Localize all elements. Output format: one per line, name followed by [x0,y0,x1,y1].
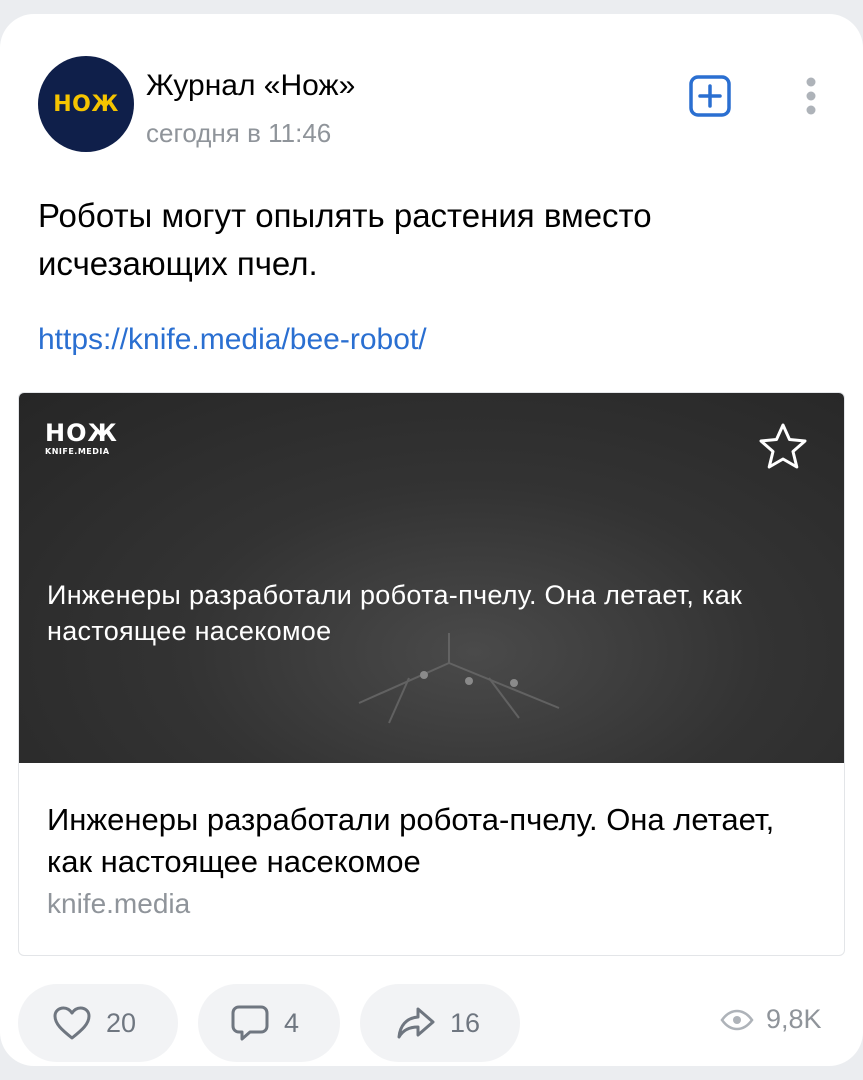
views-counter: 9,8K [720,1004,822,1035]
comment-count: 4 [284,1007,300,1038]
share-count: 16 [450,1007,481,1038]
heart-icon [53,1006,91,1040]
link-snippet[interactable]: НОЖ KNIFE.MEDIA Инженеры разработали роб… [18,392,845,956]
subscribe-button[interactable] [688,74,732,118]
post-text: Роботы могут опылять растения вместо исч… [38,197,652,282]
comment-button[interactable]: 4 [198,984,340,1062]
image-title: Инженеры разработали робота-пчелу. Она л… [47,580,743,646]
more-vertical-icon [806,77,816,115]
like-count: 20 [106,1007,137,1038]
share-arrow-icon [397,1007,435,1039]
more-options-button[interactable] [800,74,822,118]
favorite-button[interactable] [757,421,809,473]
like-button[interactable]: 20 [18,984,178,1062]
plus-square-icon [689,75,731,117]
post-link[interactable]: https://knife.media/bee-robot/ [38,320,427,360]
snippet-domain: knife.media [47,888,191,919]
eye-icon [720,1009,754,1030]
snippet-title[interactable]: Инженеры разработали робота-пчелу. Она л… [47,799,827,883]
author-avatar[interactable]: НОЖ [38,56,134,152]
image-logo-sub: KNIFE.MEDIA [45,447,110,456]
star-icon [759,423,807,469]
snippet-image[interactable]: НОЖ KNIFE.MEDIA Инженеры разработали роб… [19,393,844,763]
post-card: НОЖ Журнал «Нож» сегодня в 11:46 Роботы … [0,14,863,1066]
post-time[interactable]: сегодня в 11:46 [146,118,331,148]
share-button[interactable]: 16 [360,984,520,1062]
image-logo: НОЖ [45,419,118,447]
comment-icon [231,1005,269,1041]
author-name[interactable]: Журнал «Нож» [146,68,355,104]
views-count: 9,8K [766,1004,822,1034]
avatar-logo-text: НОЖ [53,91,119,117]
